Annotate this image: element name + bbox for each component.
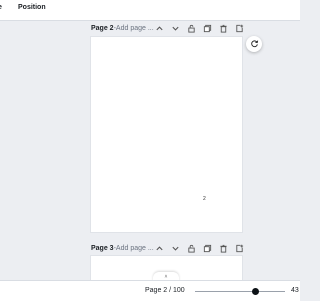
- bottom-status-bar: Page 2 / 100 43: [0, 280, 300, 301]
- page-canvas-2[interactable]: 2: [91, 37, 242, 232]
- refresh-button[interactable]: [246, 36, 262, 52]
- add-page-icon[interactable]: [235, 24, 244, 33]
- chevron-down-icon[interactable]: [171, 244, 180, 253]
- add-page-title-field[interactable]: Add page ...: [116, 245, 154, 252]
- zoom-slider[interactable]: [195, 288, 285, 295]
- zoom-slider-thumb[interactable]: [251, 288, 259, 295]
- page-indicator[interactable]: Page 2 / 100: [145, 287, 185, 294]
- chevron-down-icon[interactable]: [171, 24, 180, 33]
- top-toolbar: e Position: [0, 0, 300, 21]
- page-number-label: 2: [203, 196, 206, 202]
- chevron-up-icon[interactable]: [155, 24, 164, 33]
- trash-icon[interactable]: [219, 244, 228, 253]
- page-title: Page 2: [91, 24, 114, 32]
- add-page-icon[interactable]: [235, 244, 244, 253]
- chevron-up-icon[interactable]: [155, 244, 164, 253]
- lock-icon[interactable]: [187, 244, 196, 253]
- duplicate-icon[interactable]: [203, 24, 212, 33]
- page-actions-2: [155, 24, 244, 33]
- page-title: Page 3: [91, 244, 114, 252]
- lock-icon[interactable]: [187, 24, 196, 33]
- page-actions-3: [155, 244, 244, 253]
- refresh-icon: [250, 35, 259, 53]
- position-button[interactable]: Position: [18, 4, 46, 11]
- duplicate-icon[interactable]: [203, 244, 212, 253]
- zoom-level[interactable]: 43: [291, 287, 299, 294]
- add-page-title-field[interactable]: Add page ...: [116, 25, 154, 32]
- toolbar-item-truncated[interactable]: e: [0, 4, 2, 11]
- trash-icon[interactable]: [219, 24, 228, 33]
